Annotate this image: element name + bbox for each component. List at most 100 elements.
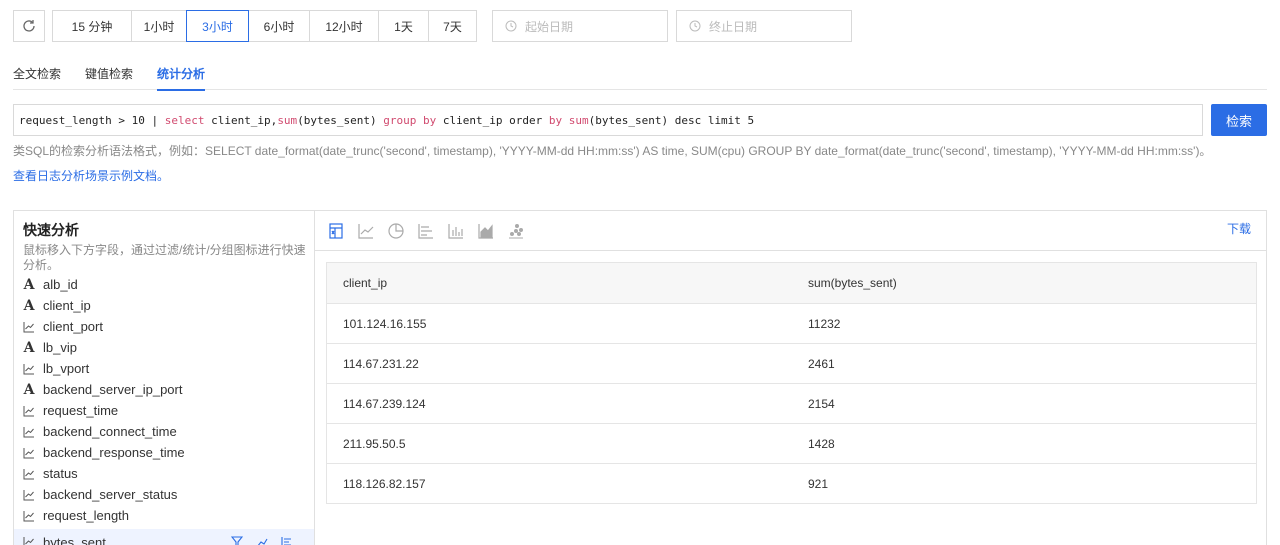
table-cell: 2461 <box>808 356 835 371</box>
number-field-icon <box>23 363 35 375</box>
text-field-icon: A <box>23 297 35 314</box>
table-row: 118.126.82.157 921 <box>327 463 1256 503</box>
table-cell: 921 <box>808 476 829 491</box>
area-chart-icon[interactable] <box>476 221 495 240</box>
table-cell: 11232 <box>808 316 841 331</box>
field-name: lb_vip <box>43 340 77 355</box>
table-icon[interactable] <box>326 221 345 240</box>
field-name: alb_id <box>43 277 78 292</box>
field-name: client_port <box>43 319 103 334</box>
search-button[interactable]: 检索 <box>1211 104 1267 136</box>
column-header: client_ip <box>343 276 388 290</box>
refresh-button[interactable] <box>13 10 45 42</box>
field-item[interactable]: Aclient_ip <box>14 295 314 316</box>
table-cell: 1428 <box>808 436 835 451</box>
table-cell: 211.95.50.5 <box>343 436 406 451</box>
time-range-button[interactable]: 6小时 <box>248 10 310 42</box>
field-item[interactable]: Aalb_id <box>14 274 314 295</box>
filter-icon[interactable] <box>230 536 244 545</box>
syntax-hint: 类SQL的检索分析语法格式，例如：SELECT date_format(date… <box>13 144 1212 158</box>
download-link[interactable]: 下载 <box>1227 220 1251 237</box>
start-date-placeholder: 起始日期 <box>525 19 574 34</box>
bar-chart-icon[interactable] <box>446 221 465 240</box>
clock-icon <box>505 20 517 32</box>
field-item[interactable]: backend_connect_time <box>14 421 314 442</box>
query-keyword: sum <box>277 113 298 127</box>
field-name: backend_server_status <box>43 487 178 502</box>
query-text: client_ip order <box>436 113 549 127</box>
time-range-button[interactable]: 15 分钟 <box>52 10 132 42</box>
query-text: (bytes_sent) <box>297 113 384 127</box>
field-name: request_length <box>43 508 130 523</box>
number-field-icon <box>23 489 35 501</box>
pie-chart-icon[interactable] <box>386 221 405 240</box>
query-keyword: sum <box>568 113 589 127</box>
table-row: 114.67.231.22 2461 <box>327 343 1256 383</box>
field-item[interactable]: Alb_vip <box>14 337 314 358</box>
field-item[interactable]: lb_vport <box>14 358 314 379</box>
field-list: Aalb_id Aclient_ip client_port Alb_vip lb_vp… <box>14 274 314 545</box>
field-name: request_time <box>43 403 119 418</box>
table-cell: 118.126.82.157 <box>343 476 426 491</box>
statistics-icon[interactable] <box>256 536 268 545</box>
number-field-icon <box>23 405 35 417</box>
quick-analysis-desc: 鼠标移入下方字段，通过过滤/统计/分组图标进行快速分析。 <box>23 243 306 272</box>
table-cell: 114.67.239.124 <box>343 396 426 411</box>
query-text: request_length > 10 | <box>19 113 165 127</box>
text-field-icon: A <box>23 276 35 293</box>
end-date-input[interactable]: 终止日期 <box>676 10 852 42</box>
quick-analysis-title: 快速分析 <box>23 222 79 238</box>
query-text: (bytes_sent) desc limit 5 <box>588 113 755 127</box>
line-chart-icon[interactable] <box>356 221 375 240</box>
tab-item[interactable]: 全文检索 <box>13 56 61 90</box>
time-range-group: 15 分钟 1小时 3小时 6小时 12小时 1天 7天 <box>52 10 477 42</box>
field-item[interactable]: client_port <box>14 316 314 337</box>
time-range-button[interactable]: 12小时 <box>309 10 379 42</box>
table-cell: 101.124.16.155 <box>343 316 427 331</box>
result-table: client_ip sum(bytes_sent) 101.124.16.155 11… <box>326 262 1257 504</box>
number-field-icon <box>23 510 35 522</box>
results-panel: 下载 client_ip sum(bytes_sent) 101.124.16.15… <box>315 211 1267 545</box>
field-name: backend_response_time <box>43 445 185 460</box>
field-item[interactable]: backend_response_time <box>14 442 314 463</box>
refresh-icon <box>23 20 35 32</box>
field-item[interactable]: request_length <box>14 505 314 526</box>
time-range-button[interactable]: 1天 <box>378 10 429 42</box>
text-field-icon: A <box>23 339 35 356</box>
field-item[interactable]: Abackend_server_ip_port <box>14 379 314 400</box>
field-name: client_ip <box>43 298 91 313</box>
end-date-placeholder: 终止日期 <box>709 19 758 34</box>
number-field-icon <box>23 536 35 545</box>
field-name: backend_connect_time <box>43 424 177 439</box>
analysis-panel: 快速分析 鼠标移入下方字段，通过过滤/统计/分组图标进行快速分析。 Aalb_i… <box>13 210 1267 545</box>
query-keyword: select <box>164 113 205 127</box>
query-keyword: group by <box>383 113 437 127</box>
tab-item[interactable]: 统计分析 <box>157 56 206 91</box>
time-range-button[interactable]: 1小时 <box>131 10 187 42</box>
time-range-button[interactable]: 3小时 <box>186 10 249 42</box>
table-cell: 114.67.231.22 <box>343 356 419 371</box>
field-item[interactable]: backend_server_status <box>14 484 314 505</box>
time-range-button[interactable]: 7天 <box>428 10 477 42</box>
doc-link[interactable]: 查看日志分析场景示例文档。 <box>13 167 169 184</box>
table-header-row: client_ip sum(bytes_sent) <box>327 263 1256 303</box>
number-field-icon <box>23 321 35 333</box>
number-field-icon <box>23 426 35 438</box>
field-item[interactable]: status <box>14 463 314 484</box>
bar-horizontal-icon[interactable] <box>416 221 435 240</box>
search-mode-tabs: 全文检索 键值检索 统计分析 <box>13 56 1267 91</box>
field-item[interactable]: bytes_sent <box>14 529 314 545</box>
table-row: 211.95.50.5 1428 <box>327 423 1256 463</box>
number-field-icon <box>23 447 35 459</box>
chart-type-bar <box>315 211 1267 251</box>
query-text <box>562 114 569 127</box>
table-row: 114.67.239.124 2154 <box>327 383 1256 423</box>
tab-item[interactable]: 键值检索 <box>85 56 133 90</box>
query-input[interactable]: request_length > 10 | select client_ip, s… <box>13 104 1203 136</box>
field-name: bytes_sent <box>43 534 106 545</box>
field-item[interactable]: request_time <box>14 400 314 421</box>
start-date-input[interactable]: 起始日期 <box>492 10 668 42</box>
group-icon[interactable] <box>281 536 293 545</box>
scatter-chart-icon[interactable] <box>506 221 525 240</box>
time-toolbar: 15 分钟 1小时 3小时 6小时 12小时 1天 7天 <box>13 10 477 42</box>
